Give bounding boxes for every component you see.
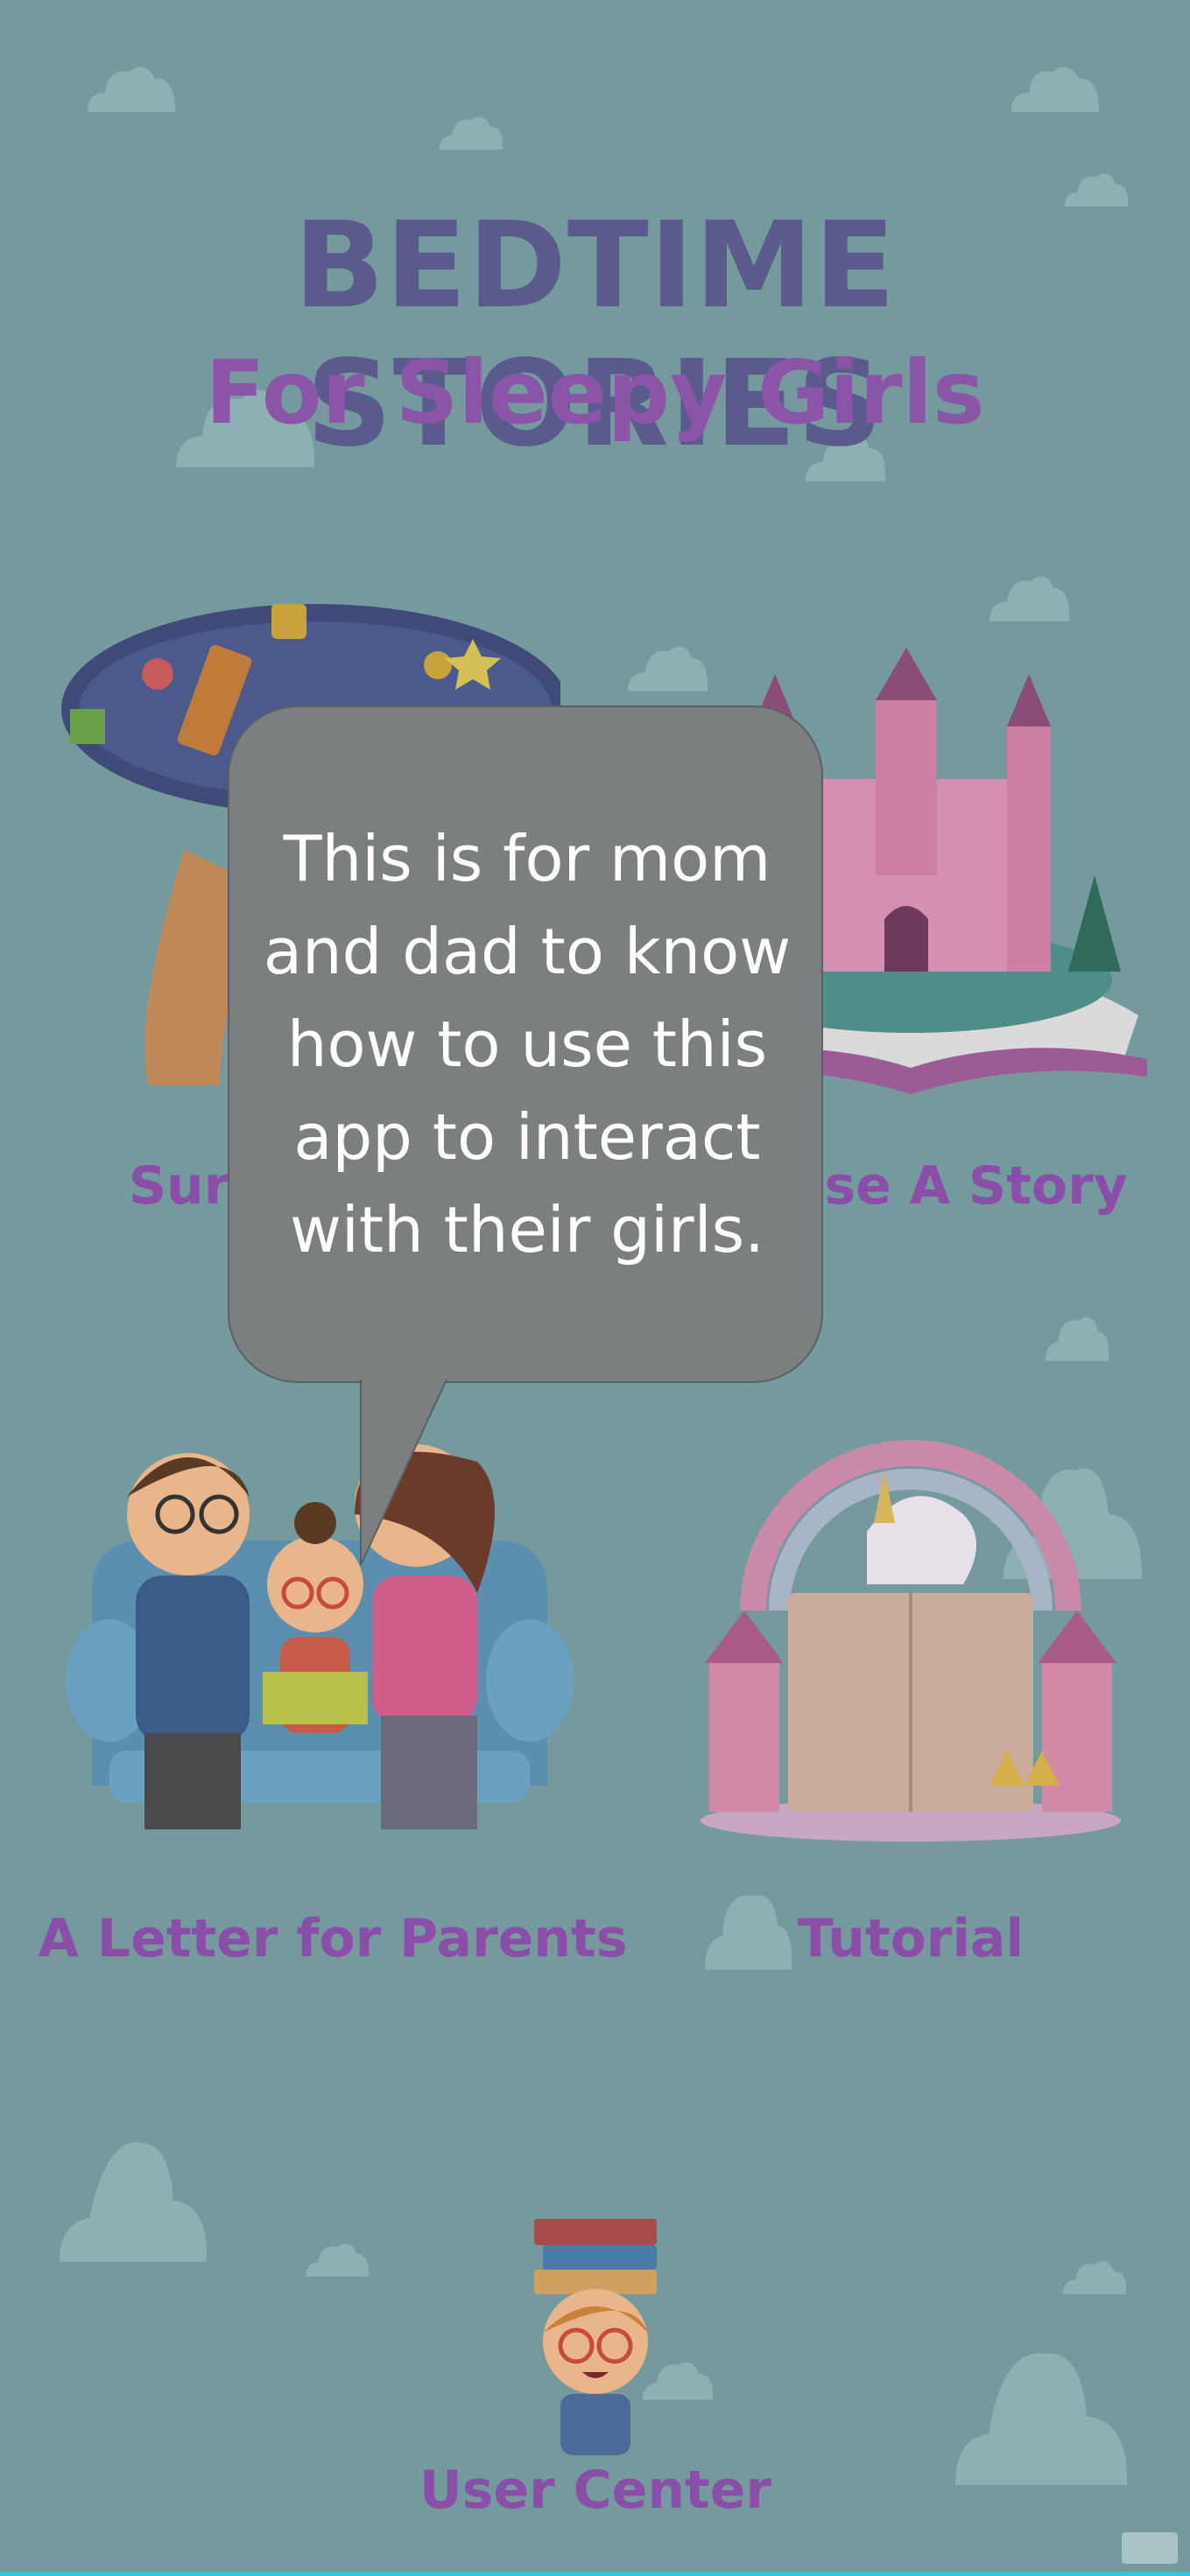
home-screen: BEDTIME STORIES For Sleepy Girls Surpris…: [0, 0, 1190, 2576]
user-center-button[interactable]: User Center: [385, 2219, 806, 2534]
parent-info-tooltip: This is for mom and dad to know how to u…: [228, 705, 823, 1383]
tutorial-label: Tutorial: [797, 1908, 1025, 1969]
cloud-decoration: [88, 67, 175, 112]
cloud-decoration: [1046, 1317, 1109, 1361]
user-center-label: User Center: [419, 2460, 771, 2521]
cloud-decoration: [1011, 67, 1099, 112]
tooltip-text: This is for mom and dad to know how to u…: [263, 822, 792, 1267]
cloud-decoration: [989, 576, 1070, 621]
letter-for-parents-label: A Letter for Parents: [38, 1908, 628, 1969]
unicorn-book-illustration: [701, 1440, 1121, 1842]
app-subtitle: For Sleepy Girls: [205, 341, 985, 444]
bottom-accent-bar: [0, 2572, 1190, 2576]
tutorial-tile[interactable]: Tutorial: [692, 1435, 1130, 1978]
cloud-decoration: [306, 2243, 370, 2277]
cloud-decoration: [955, 2353, 1128, 2485]
cloud-decoration: [1063, 2261, 1127, 2294]
cloud-decoration: [440, 116, 503, 150]
tooltip-tail: [360, 1379, 447, 1566]
corner-handle[interactable]: [1122, 2532, 1178, 2564]
letter-for-parents-tile[interactable]: A Letter for Parents: [35, 1418, 630, 1978]
cloud-decoration: [60, 2142, 208, 2262]
family-reading-illustration: [66, 1444, 574, 1829]
avatar-girl-books: [534, 2219, 657, 2455]
